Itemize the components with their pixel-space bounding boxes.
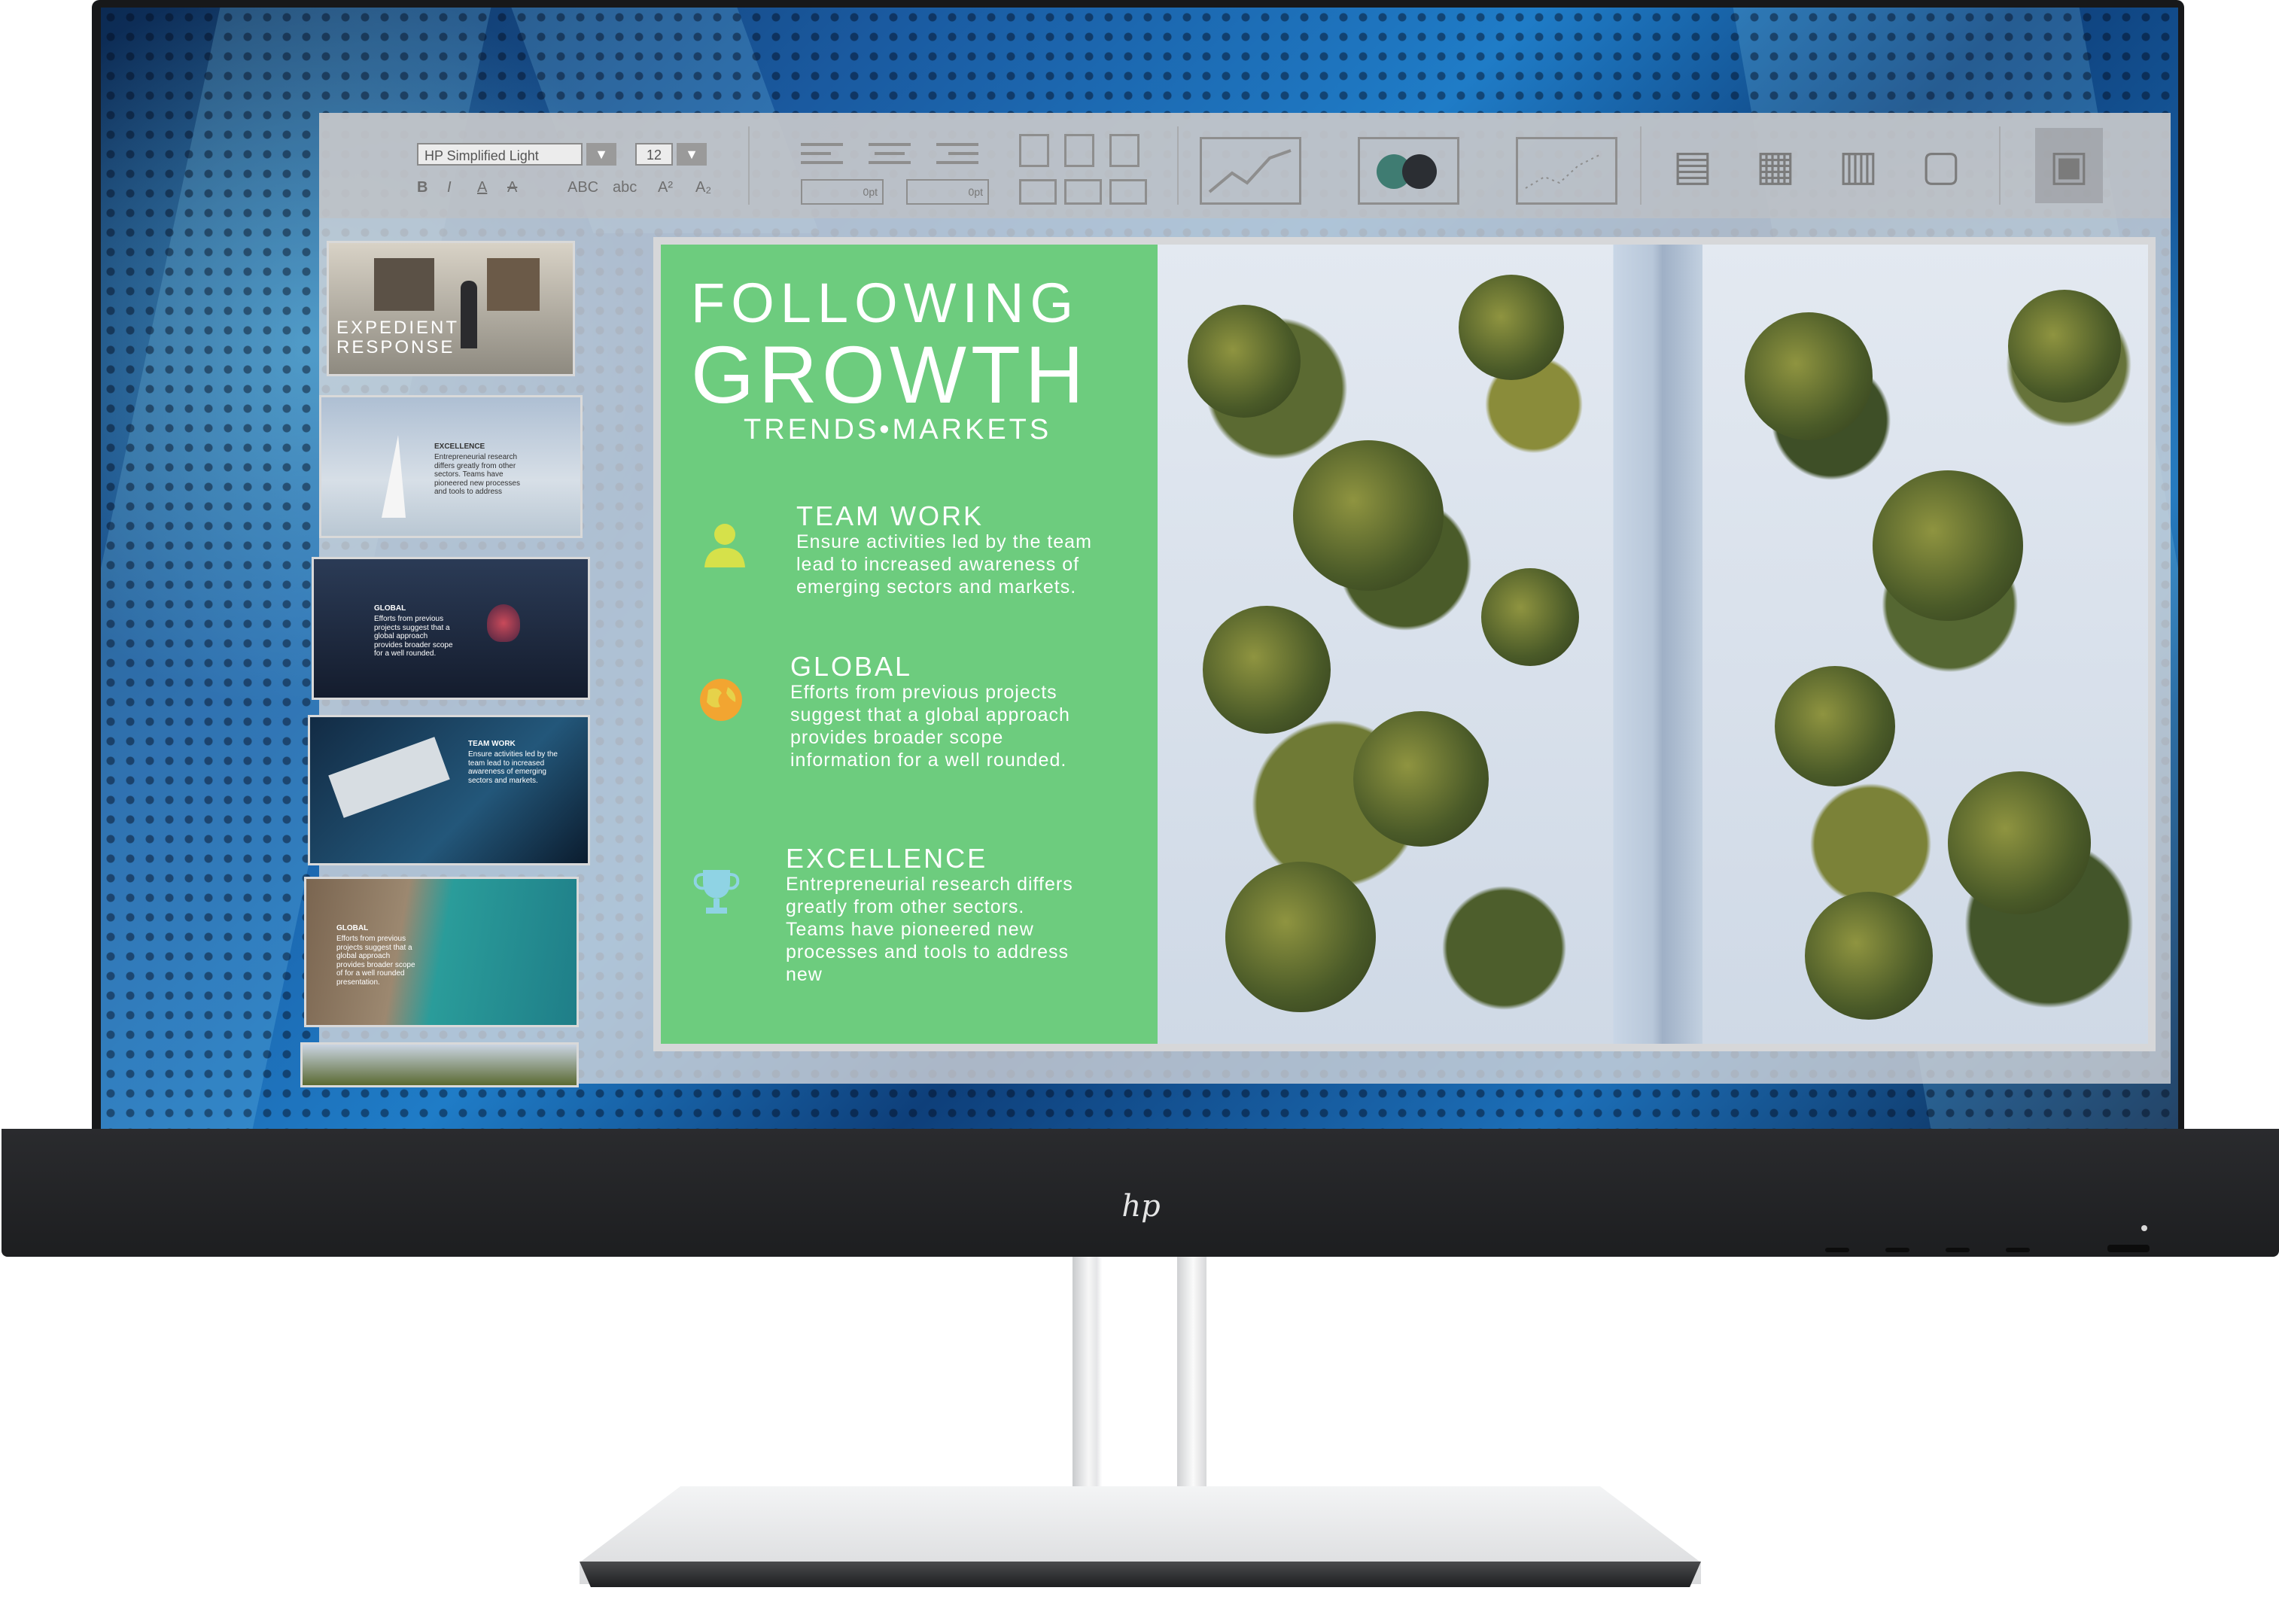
section-body-global: Efforts from previous projects suggest t… xyxy=(790,682,1070,771)
scatter-chart-glyph xyxy=(1525,154,1602,189)
underline-button[interactable]: A xyxy=(477,179,487,196)
tree-canopy xyxy=(1353,711,1489,847)
bold-button[interactable]: B xyxy=(417,179,428,196)
lowercase-button[interactable]: abc xyxy=(613,179,637,196)
tree-canopy xyxy=(1293,440,1444,591)
toolbar-separator xyxy=(1640,126,1642,205)
align-right-button[interactable] xyxy=(936,143,981,173)
slide-subtitle: TRENDS•MARKETS xyxy=(744,414,1052,446)
line-chart-icon[interactable] xyxy=(1200,137,1301,205)
section-body-excellence: Entrepreneurial research differs greatly… xyxy=(786,874,1073,985)
osd-button[interactable] xyxy=(1825,1248,1849,1252)
align-bottom-icon[interactable] xyxy=(1109,134,1140,167)
clear-format-button[interactable]: A xyxy=(507,179,517,196)
hp-logo: hp xyxy=(1121,1189,1161,1224)
tree-canopy xyxy=(1948,771,2091,914)
document-list-icon[interactable]: ▤ xyxy=(1666,128,1719,203)
toolbar-separator xyxy=(1999,126,2001,205)
distribute-right-icon[interactable] xyxy=(1109,179,1147,205)
distribute-left-icon[interactable] xyxy=(1019,179,1057,205)
stand-neck xyxy=(1073,1257,1206,1505)
trophy-icon xyxy=(686,862,747,922)
align-middle-icon[interactable] xyxy=(1064,134,1094,167)
tree-canopy xyxy=(1805,892,1933,1020)
thumbnail-body: Entrepreneurial research differs greatly… xyxy=(434,453,520,496)
tree-canopy xyxy=(1481,568,1579,666)
distribute-center-icon[interactable] xyxy=(1064,179,1102,205)
slide-thumbnail[interactable]: GLOBAL Efforts from previous projects su… xyxy=(304,877,579,1027)
tree-canopy xyxy=(1873,470,2023,621)
thumbnail-title: GLOBAL xyxy=(374,604,406,613)
osd-button[interactable] xyxy=(2006,1248,2030,1252)
document-blank-icon[interactable]: ▢ xyxy=(1915,128,1967,203)
slide-thumbnail[interactable]: GLOBAL Efforts from previous projects su… xyxy=(312,557,590,700)
osd-button[interactable] xyxy=(1946,1248,1970,1252)
toolbar-separator xyxy=(1177,126,1179,205)
scatter-chart-icon[interactable] xyxy=(1516,137,1617,205)
indent-before-field[interactable]: 0pt xyxy=(801,179,884,205)
thumbnail-body: Efforts from previous projects suggest t… xyxy=(336,935,415,987)
font-family-select[interactable]: HP Simplified Light xyxy=(417,143,583,166)
stand-base-edge xyxy=(580,1562,1701,1587)
slide-thumbnail[interactable]: TEAM WORK Ensure activities led by the t… xyxy=(308,715,590,865)
italic-button[interactable]: I xyxy=(447,179,452,196)
slide-thumbnail[interactable] xyxy=(300,1042,579,1087)
indent-after-field[interactable]: 0pt xyxy=(906,179,989,205)
insert-image-icon[interactable]: ▣ xyxy=(2035,128,2103,203)
uppercase-button[interactable]: ABC xyxy=(567,179,598,196)
tree-canopy xyxy=(1203,606,1331,734)
document-add-icon[interactable]: ▦ xyxy=(1749,128,1802,203)
thumbnail-body: Efforts from previous projects suggest t… xyxy=(374,615,453,658)
section-heading-team-work: TEAM WORK xyxy=(796,500,984,531)
slide-text-panel: FOLLOWING GROWTH TRENDS•MARKETS TEAM WOR… xyxy=(661,245,1158,1044)
globe-glyph xyxy=(700,679,742,721)
superscript-button[interactable]: A² xyxy=(658,179,673,196)
power-led-icon xyxy=(2141,1225,2147,1231)
thumbnail-body: Ensure activities led by the team lead t… xyxy=(468,750,558,785)
slide-title-line-1: FOLLOWING xyxy=(691,272,1080,334)
thumbnail-title: TEAM WORK xyxy=(468,740,516,748)
thumbnail-title: EXCELLENCE xyxy=(434,442,485,451)
tree-canopy xyxy=(1775,666,1895,786)
tree-canopy xyxy=(1745,312,1873,440)
section-heading-excellence: EXCELLENCE xyxy=(786,843,988,874)
document-text-icon[interactable]: ▥ xyxy=(1832,128,1885,203)
osd-button[interactable] xyxy=(1885,1248,1909,1252)
section-body-team-work: Ensure activities led by the team lead t… xyxy=(796,531,1092,598)
power-button[interactable] xyxy=(2107,1245,2150,1252)
font-size-select[interactable]: 12 xyxy=(635,143,673,166)
person-icon xyxy=(695,514,755,574)
tree-canopy xyxy=(1225,862,1376,1012)
slide-thumbnail[interactable]: EXPEDIENT RESPONSE xyxy=(327,241,575,376)
align-left-button[interactable] xyxy=(801,143,846,173)
align-top-icon[interactable] xyxy=(1019,134,1049,167)
toolbar: HP Simplified Light ▼ 12 ▼ B I A A ABC a… xyxy=(319,113,2171,218)
monitor-screen: HP Simplified Light ▼ 12 ▼ B I A A ABC a… xyxy=(101,8,2178,1129)
toolbar-separator xyxy=(748,126,750,205)
person-glyph xyxy=(704,524,745,567)
section-heading-global: GLOBAL xyxy=(790,651,913,682)
slide-title-line-2: GROWTH xyxy=(691,329,1088,420)
globe-icon xyxy=(691,670,751,730)
presentation-app-window: HP Simplified Light ▼ 12 ▼ B I A A ABC a… xyxy=(300,113,2171,1087)
slide-thumbnail[interactable]: EXCELLENCE Entrepreneurial research diff… xyxy=(319,395,583,538)
thumbnail-title: EXPEDIENT RESPONSE xyxy=(336,318,460,358)
slide-thumbnail-strip: EXPEDIENT RESPONSE EXCELLENCE Entreprene… xyxy=(300,241,590,1087)
tree-canopy xyxy=(2008,290,2121,403)
line-chart-glyph xyxy=(1208,149,1292,193)
subscript-button[interactable]: A₂ xyxy=(695,179,711,196)
trophy-glyph xyxy=(693,870,740,914)
tree-canopy xyxy=(1459,275,1564,380)
thumbnail-title: GLOBAL xyxy=(336,924,369,932)
shapes-icon[interactable] xyxy=(1358,137,1459,205)
font-family-dropdown-arrow[interactable]: ▼ xyxy=(586,143,616,166)
font-size-dropdown-arrow[interactable]: ▼ xyxy=(677,143,707,166)
align-center-button[interactable] xyxy=(869,143,914,173)
slide-photo-forest-road xyxy=(1158,245,2148,1044)
tree-canopy xyxy=(1188,305,1301,418)
slide-canvas[interactable]: FOLLOWING GROWTH TRENDS•MARKETS TEAM WOR… xyxy=(653,237,2156,1051)
